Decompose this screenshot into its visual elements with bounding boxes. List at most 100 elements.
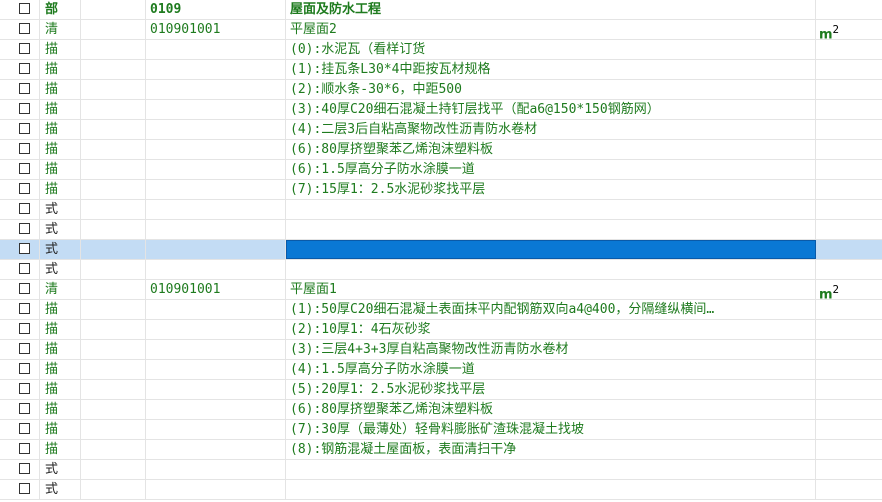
blank-cell[interactable] <box>81 400 146 419</box>
row-checkbox[interactable] <box>19 303 30 314</box>
table-row[interactable]: 描 (6):80厚挤塑聚苯乙烯泡沫塑料板 <box>0 140 882 160</box>
unit-cell[interactable] <box>816 380 882 399</box>
blank-cell[interactable] <box>81 320 146 339</box>
unit-cell[interactable] <box>816 40 882 59</box>
table-row[interactable]: 描 (2):顺水条-30*6，中距500 <box>0 80 882 100</box>
unit-cell[interactable] <box>816 260 882 279</box>
unit-cell[interactable] <box>816 460 882 479</box>
unit-cell[interactable] <box>816 120 882 139</box>
type-cell[interactable]: 式 <box>40 460 81 479</box>
row-checkbox[interactable] <box>19 143 30 154</box>
blank-cell[interactable] <box>81 260 146 279</box>
row-checkbox[interactable] <box>19 443 30 454</box>
blank-cell[interactable] <box>81 460 146 479</box>
table-row[interactable]: 描 (2):10厚1：4石灰砂浆 <box>0 320 882 340</box>
name-cell[interactable]: (1):挂瓦条L30*4中距按瓦材规格 <box>286 60 816 79</box>
unit-cell[interactable] <box>816 0 882 19</box>
code-cell[interactable] <box>146 300 286 319</box>
unit-cell[interactable] <box>816 480 882 499</box>
unit-cell[interactable] <box>816 60 882 79</box>
blank-cell[interactable] <box>81 0 146 19</box>
name-cell[interactable]: (2):顺水条-30*6，中距500 <box>286 80 816 99</box>
name-cell[interactable]: (3):三层4+3+3厚自粘高聚物改性沥青防水卷材 <box>286 340 816 359</box>
name-cell[interactable] <box>286 200 816 219</box>
code-cell[interactable]: 010901001 <box>146 280 286 299</box>
blank-cell[interactable] <box>81 100 146 119</box>
row-checkbox[interactable] <box>19 203 30 214</box>
type-cell[interactable]: 描 <box>40 360 81 379</box>
row-checkbox[interactable] <box>19 283 30 294</box>
row-checkbox[interactable] <box>19 403 30 414</box>
table-row[interactable]: 式 <box>0 200 882 220</box>
table-row[interactable]: 描 (3):40厚C20细石混凝土持钉层找平（配a6@150*150钢筋网） <box>0 100 882 120</box>
blank-cell[interactable] <box>81 140 146 159</box>
row-checkbox[interactable] <box>19 423 30 434</box>
blank-cell[interactable] <box>81 120 146 139</box>
table-row[interactable]: 描 (7):30厚（最薄处）轻骨料膨胀矿渣珠混凝土找坡 <box>0 420 882 440</box>
code-cell[interactable] <box>146 260 286 279</box>
name-cell[interactable]: 屋面及防水工程 <box>286 0 816 19</box>
table-row[interactable]: 描 (5):20厚1：2.5水泥砂浆找平层 <box>0 380 882 400</box>
code-cell[interactable] <box>146 60 286 79</box>
name-cell[interactable]: (1):50厚C20细石混凝土表面抹平内配钢筋双向a4@400，分隔缝纵横间… <box>286 300 816 319</box>
code-cell[interactable] <box>146 340 286 359</box>
code-cell[interactable] <box>146 220 286 239</box>
name-cell[interactable] <box>286 460 816 479</box>
unit-cell[interactable] <box>816 220 882 239</box>
blank-cell[interactable] <box>81 340 146 359</box>
type-cell[interactable]: 式 <box>40 480 81 499</box>
name-cell[interactable]: 平屋面2 <box>286 20 816 39</box>
type-cell[interactable]: 式 <box>40 200 81 219</box>
name-cell[interactable]: (6):1.5厚高分子防水涂膜一道 <box>286 160 816 179</box>
table-row[interactable]: 描 (6):80厚挤塑聚苯乙烯泡沫塑料板 <box>0 400 882 420</box>
name-cell[interactable]: (6):80厚挤塑聚苯乙烯泡沫塑料板 <box>286 140 816 159</box>
row-checkbox[interactable] <box>19 43 30 54</box>
row-checkbox[interactable] <box>19 383 30 394</box>
type-cell[interactable]: 部 <box>40 0 81 19</box>
unit-cell[interactable] <box>816 440 882 459</box>
code-cell[interactable]: 010901001 <box>146 20 286 39</box>
type-cell[interactable]: 描 <box>40 440 81 459</box>
row-checkbox[interactable] <box>19 63 30 74</box>
name-cell[interactable]: 平屋面1 <box>286 280 816 299</box>
code-cell[interactable] <box>146 240 286 259</box>
type-cell[interactable]: 式 <box>40 260 81 279</box>
name-cell[interactable]: (7):30厚（最薄处）轻骨料膨胀矿渣珠混凝土找坡 <box>286 420 816 439</box>
row-checkbox[interactable] <box>19 483 30 494</box>
type-cell[interactable]: 式 <box>40 220 81 239</box>
type-cell[interactable]: 描 <box>40 120 81 139</box>
type-cell[interactable]: 描 <box>40 160 81 179</box>
name-cell[interactable]: (4):1.5厚高分子防水涂膜一道 <box>286 360 816 379</box>
blank-cell[interactable] <box>81 40 146 59</box>
name-cell[interactable]: (7):15厚1：2.5水泥砂浆找平层 <box>286 180 816 199</box>
table-row[interactable]: 式 <box>0 460 882 480</box>
blank-cell[interactable] <box>81 380 146 399</box>
table-row[interactable]: 式 <box>0 480 882 500</box>
name-cell[interactable]: (2):10厚1：4石灰砂浆 <box>286 320 816 339</box>
blank-cell[interactable] <box>81 220 146 239</box>
code-cell[interactable] <box>146 320 286 339</box>
code-cell[interactable] <box>146 140 286 159</box>
code-cell[interactable] <box>146 40 286 59</box>
type-cell[interactable]: 描 <box>40 400 81 419</box>
code-cell[interactable] <box>146 360 286 379</box>
code-cell[interactable] <box>146 380 286 399</box>
table-row[interactable]: 清 010901001 平屋面2 m2 <box>0 20 882 40</box>
unit-cell[interactable] <box>816 300 882 319</box>
unit-cell[interactable] <box>816 140 882 159</box>
row-checkbox[interactable] <box>19 163 30 174</box>
table-row[interactable]: 描 (4):1.5厚高分子防水涂膜一道 <box>0 360 882 380</box>
blank-cell[interactable] <box>81 300 146 319</box>
unit-cell[interactable] <box>816 180 882 199</box>
type-cell[interactable]: 描 <box>40 380 81 399</box>
table-row[interactable]: 描 (8):钢筋混凝土屋面板，表面清扫干净 <box>0 440 882 460</box>
row-checkbox[interactable] <box>19 343 30 354</box>
unit-cell[interactable]: m2 <box>816 280 882 299</box>
code-cell[interactable] <box>146 200 286 219</box>
type-cell[interactable]: 描 <box>40 420 81 439</box>
type-cell[interactable]: 描 <box>40 140 81 159</box>
row-checkbox[interactable] <box>19 463 30 474</box>
row-checkbox[interactable] <box>19 223 30 234</box>
blank-cell[interactable] <box>81 160 146 179</box>
type-cell[interactable]: 清 <box>40 280 81 299</box>
